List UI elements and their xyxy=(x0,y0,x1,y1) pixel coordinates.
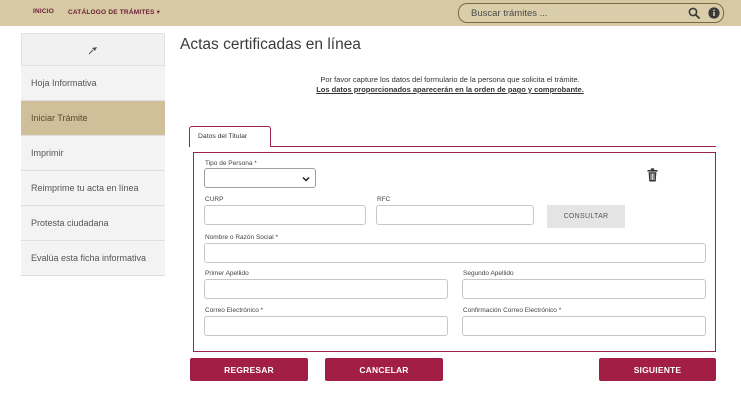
sidebar-item-iniciar-tramite[interactable]: Iniciar Trámite xyxy=(21,101,165,136)
search-icon[interactable] xyxy=(688,7,700,19)
page-title: Actas certificadas en línea xyxy=(180,36,361,53)
segundo-apellido-input[interactable] xyxy=(462,279,706,299)
top-bar: INICIO CATÁLOGO DE TRÁMITES ▾ xyxy=(0,0,741,26)
curp-input[interactable] xyxy=(204,205,366,225)
rfc-label: RFC xyxy=(377,196,391,203)
sidebar-pin-toggle[interactable] xyxy=(21,33,165,66)
primer-apellido-input[interactable] xyxy=(204,279,448,299)
rfc-input[interactable] xyxy=(376,205,534,225)
confirm-correo-input[interactable] xyxy=(462,316,706,336)
info-icon[interactable] xyxy=(708,7,720,19)
consultar-button[interactable]: CONSULTAR xyxy=(547,205,625,228)
nav-home-link[interactable]: INICIO xyxy=(33,8,54,15)
trash-icon[interactable] xyxy=(647,168,658,182)
sidebar-item-evalua-ficha[interactable]: Evalúa esta ficha informativa xyxy=(21,241,165,276)
sidebar-item-protesta-ciudadana[interactable]: Protesta ciudadana xyxy=(21,206,165,241)
curp-label: CURP xyxy=(205,196,224,203)
primer-apellido-label: Primer Apellido xyxy=(205,270,249,277)
chevron-down-icon xyxy=(302,176,310,182)
segundo-apellido-label: Segundo Apellido xyxy=(463,270,514,277)
cancelar-button[interactable]: CANCELAR xyxy=(325,358,443,381)
confirm-correo-label: Confirmación Correo Electrónico * xyxy=(463,307,562,314)
pin-icon xyxy=(88,47,97,55)
sidebar: Hoja Informativa Iniciar Trámite Imprimi… xyxy=(21,33,165,276)
intro-text: Por favor capture los datos del formular… xyxy=(320,75,580,84)
search-input[interactable] xyxy=(471,6,661,21)
tipo-persona-select[interactable] xyxy=(204,168,316,188)
nombre-input[interactable] xyxy=(204,243,706,263)
correo-label: Correo Electrónico * xyxy=(205,307,264,314)
sidebar-item-reimprime-acta[interactable]: Reimprime tu acta en línea xyxy=(21,171,165,206)
tipo-persona-label: Tipo de Persona * xyxy=(205,160,257,167)
correo-input[interactable] xyxy=(204,316,448,336)
search-box xyxy=(458,3,724,23)
siguiente-button[interactable]: SIGUIENTE xyxy=(599,358,716,381)
sidebar-item-imprimir[interactable]: Imprimir xyxy=(21,136,165,171)
nav-catalog-menu[interactable]: CATÁLOGO DE TRÁMITES ▾ xyxy=(68,8,160,16)
regresar-button[interactable]: REGRESAR xyxy=(190,358,308,381)
intro-notice: Los datos proporcionados aparecerán en l… xyxy=(316,85,584,94)
sidebar-item-hoja-informativa[interactable]: Hoja Informativa xyxy=(21,66,165,101)
nombre-label: Nombre o Razón Social * xyxy=(205,234,278,241)
tab-datos-titular[interactable]: Datos del Titular xyxy=(189,126,271,147)
